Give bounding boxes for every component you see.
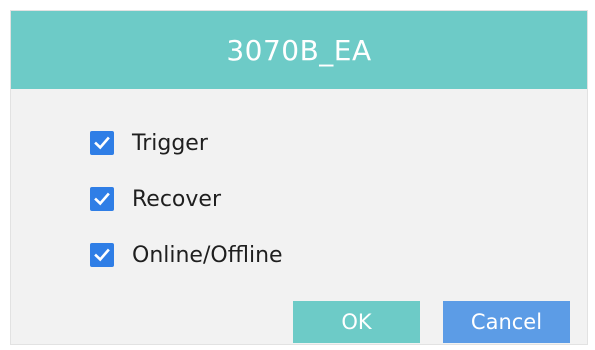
dialog-title: 3070B_EA: [226, 33, 372, 67]
option-recover[interactable]: Recover: [90, 185, 221, 213]
option-trigger[interactable]: Trigger: [90, 129, 208, 157]
cancel-button[interactable]: Cancel: [443, 301, 570, 343]
trigger-label: Trigger: [132, 130, 208, 156]
checkmark-icon: [94, 192, 110, 206]
recover-label: Recover: [132, 186, 221, 212]
online-offline-checkbox[interactable]: [90, 243, 114, 267]
online-offline-label: Online/Offline: [132, 242, 283, 268]
option-online-offline[interactable]: Online/Offline: [90, 241, 283, 269]
trigger-checkbox[interactable]: [90, 131, 114, 155]
dialog: 3070B_EA Trigger Recover Online/Offline …: [10, 10, 588, 345]
checkmark-icon: [94, 248, 110, 262]
checkmark-icon: [94, 136, 110, 150]
dialog-header: 3070B_EA: [11, 11, 587, 89]
ok-button[interactable]: OK: [293, 301, 420, 343]
recover-checkbox[interactable]: [90, 187, 114, 211]
